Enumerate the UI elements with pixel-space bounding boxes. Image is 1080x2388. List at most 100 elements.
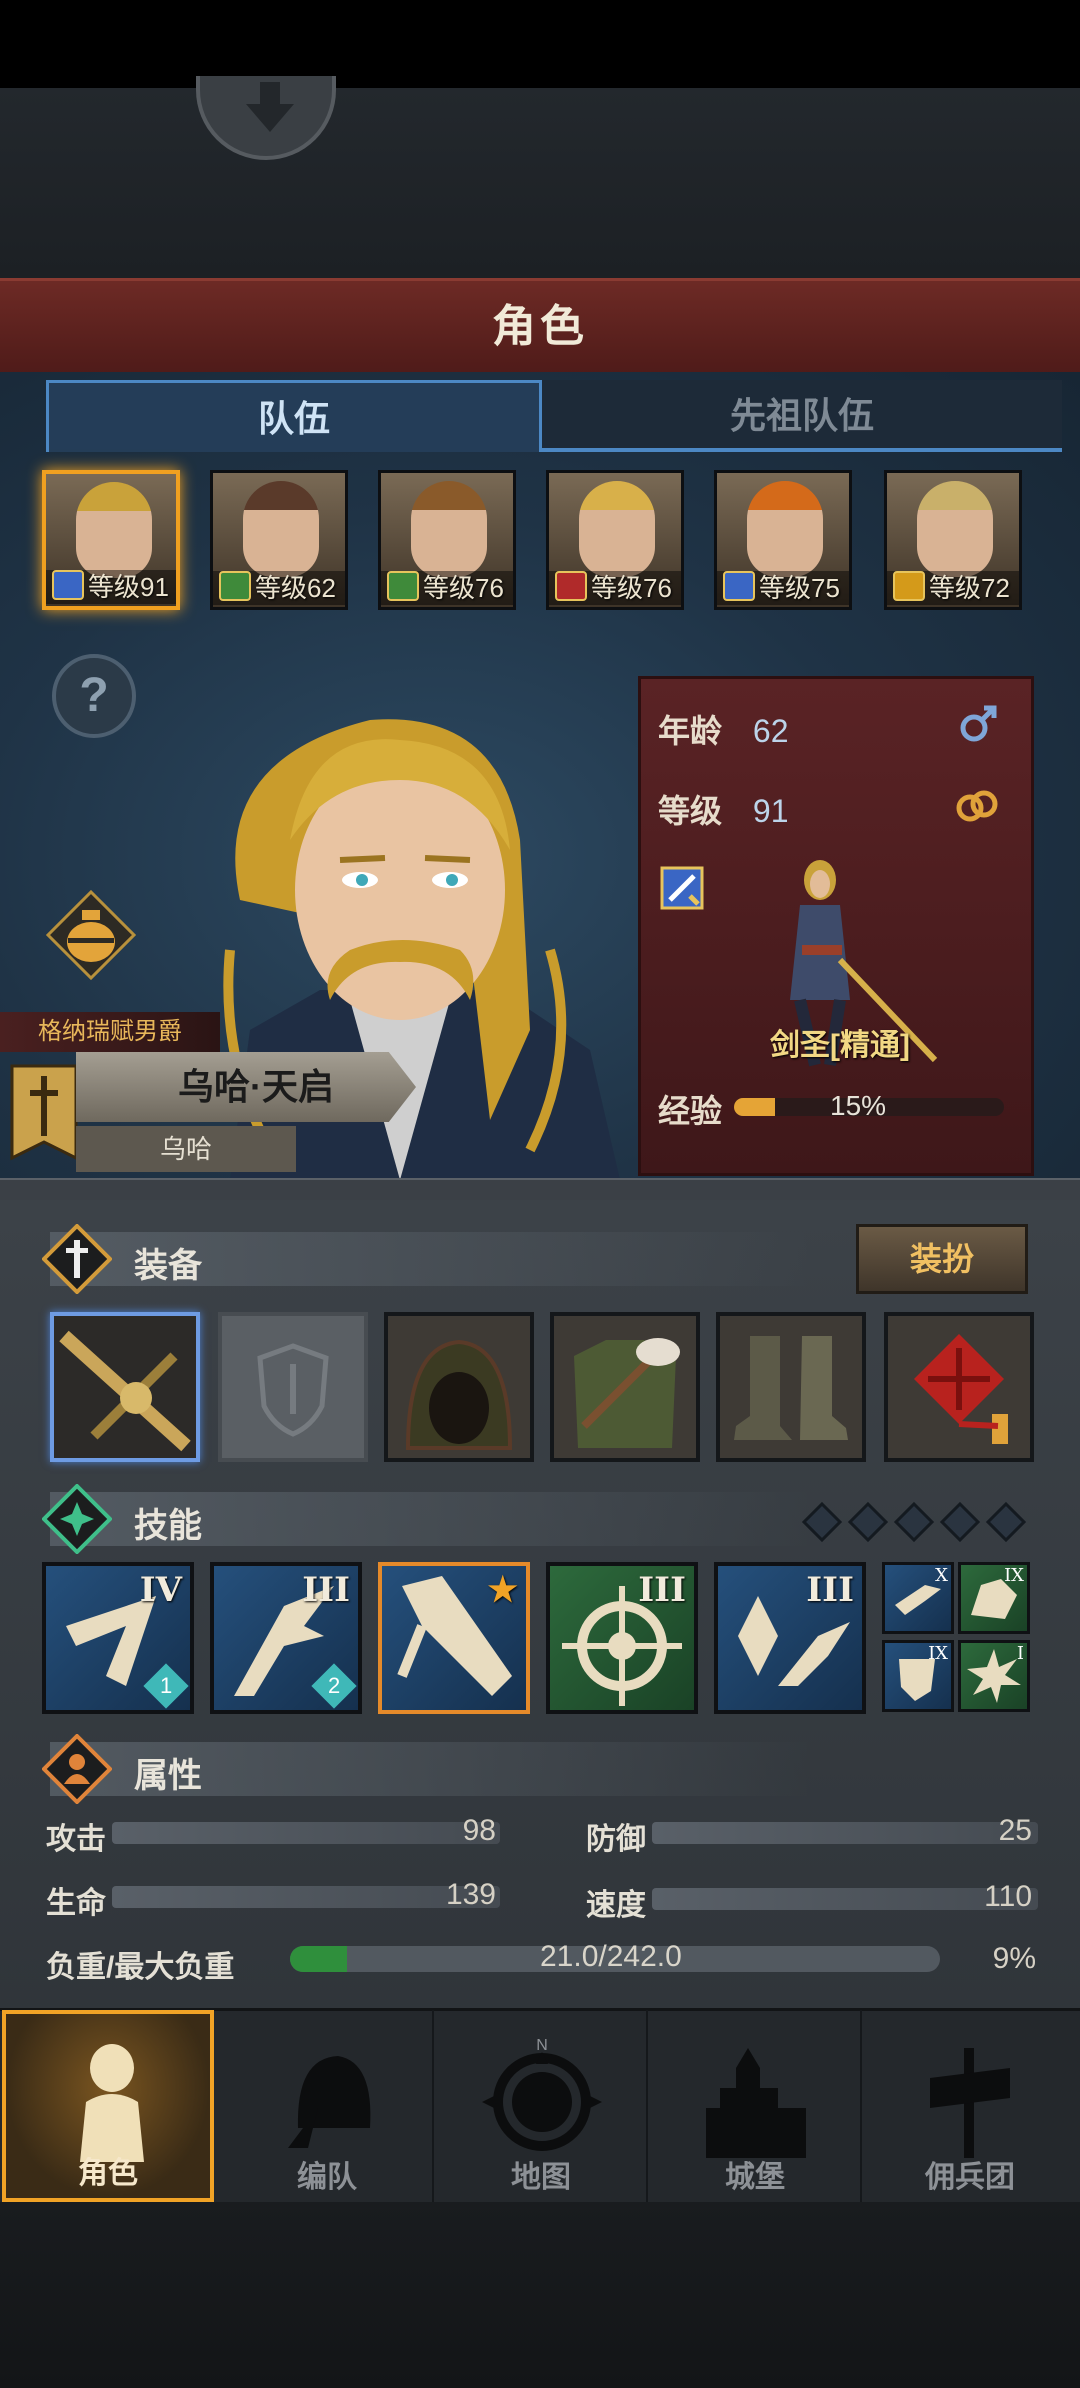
bottom-spacer: [0, 2202, 1080, 2388]
nav-label: 角色: [78, 2157, 138, 2190]
team-member-portrait[interactable]: 等级76: [546, 470, 684, 610]
defense-value: 25: [998, 1814, 1032, 1847]
load-value: 21.0/242.0: [540, 1940, 682, 1973]
rings-icon[interactable]: [954, 786, 1000, 826]
exp-label: 经验: [658, 1093, 723, 1129]
nav-label: 佣兵团: [925, 2161, 1015, 2194]
hero-face: [411, 481, 487, 577]
skill-rank: III: [638, 1570, 686, 1610]
class-icon: [52, 570, 84, 600]
help-icon[interactable]: ?: [52, 654, 136, 738]
team-member-portrait[interactable]: 等级75: [714, 470, 852, 610]
hp-label: 生命: [46, 1887, 106, 1920]
skill-rank: X: [935, 1565, 948, 1586]
hero-short-name: 乌哈: [76, 1126, 296, 1172]
castle-icon: [706, 2048, 806, 2158]
load-bar-fill: [290, 1946, 347, 1972]
nav-castle[interactable]: 城堡: [650, 2010, 862, 2202]
hero-face: [243, 481, 319, 577]
speed-value: 110: [984, 1880, 1032, 1913]
page-title: 角色: [0, 278, 1080, 376]
hero-face: [917, 481, 993, 577]
skill-rank: III: [302, 1570, 350, 1610]
skill-slot-1[interactable]: IV 1: [42, 1562, 194, 1714]
attack-label: 攻击: [46, 1823, 106, 1856]
potion-icon[interactable]: [46, 890, 136, 980]
load-percent: 9%: [992, 1942, 1036, 1975]
equipment-title: 装备: [134, 1247, 202, 1285]
nav-label: 编队: [297, 2161, 357, 2194]
defense-label: 防御: [586, 1823, 646, 1856]
nav-character[interactable]: 角色: [2, 2010, 214, 2202]
passive-skill-4[interactable]: I: [958, 1640, 1030, 1712]
skill-rank-star-icon: ★: [487, 1570, 518, 1610]
top-background: [0, 88, 1080, 278]
class-name: 剑圣[精通]: [770, 1029, 910, 1062]
level-label: 等级: [658, 793, 723, 829]
hero-name[interactable]: 乌哈·天启: [76, 1052, 416, 1122]
skills-icon: [42, 1484, 112, 1554]
hero-face: [76, 482, 152, 578]
exp-bar-fill: [734, 1098, 775, 1116]
team-member-portrait[interactable]: 等级62: [210, 470, 348, 610]
age-label: 年龄: [658, 713, 723, 749]
chinese-knot-icon: [914, 1334, 1008, 1444]
compass-north-label: N: [536, 2038, 548, 2054]
attributes-icon: [42, 1734, 112, 1804]
skill-badge: 1: [159, 1673, 173, 1698]
hero-face: [747, 481, 823, 577]
equip-slot-armor[interactable]: [550, 1312, 700, 1462]
helmet-icon: [288, 2056, 371, 2148]
exp-percent: 15%: [830, 1090, 887, 1121]
attack-value: 98: [462, 1814, 496, 1847]
skill-rank: III: [806, 1570, 854, 1610]
skill-slot-3[interactable]: ★: [378, 1562, 530, 1714]
class-icon: [555, 571, 587, 601]
hood-icon: [405, 1339, 513, 1450]
nav-mercenary[interactable]: 佣兵团: [864, 2010, 1076, 2202]
team-member-portrait[interactable]: 等级72: [884, 470, 1022, 610]
skill-rank: IX: [1004, 1565, 1024, 1586]
dress-up-button[interactable]: 装扮: [856, 1224, 1028, 1294]
banner-icon: [10, 1064, 78, 1161]
skill-slot-5[interactable]: III: [714, 1562, 866, 1714]
boots-icon: [734, 1336, 848, 1440]
class-icon: [387, 571, 419, 601]
nav-map[interactable]: N 地图: [436, 2010, 648, 2202]
skill-badge: 2: [327, 1673, 341, 1698]
tab-team[interactable]: 队伍: [46, 380, 542, 452]
tab-ancestor-team[interactable]: 先祖队伍: [542, 380, 1062, 452]
age-value: 62: [752, 713, 789, 749]
skill-slot-4[interactable]: III: [546, 1562, 698, 1714]
load-label: 负重/最大负重: [46, 1951, 235, 1984]
hero-face: [579, 481, 655, 577]
passive-skill-2[interactable]: IX: [958, 1562, 1030, 1634]
passive-skill-1[interactable]: X: [882, 1562, 954, 1634]
skill-slot-2[interactable]: III 2: [210, 1562, 362, 1714]
sword-icon: [54, 1316, 196, 1458]
arrow-down-icon: [246, 82, 294, 132]
equip-slot-head[interactable]: [384, 1312, 534, 1462]
team-member-portrait[interactable]: 等级76: [378, 470, 516, 610]
equip-slot-accessory[interactable]: [884, 1312, 1034, 1462]
skills-title: 技能: [134, 1507, 202, 1545]
status-bar: [0, 0, 1080, 88]
attributes-title: 属性: [134, 1757, 202, 1795]
passive-skill-3[interactable]: IX: [882, 1640, 954, 1712]
nav-formation[interactable]: 编队: [222, 2010, 434, 2202]
equip-slot-weapon[interactable]: [50, 1312, 200, 1462]
shield-icon: [257, 1343, 329, 1437]
team-member-portrait[interactable]: 等级91: [42, 470, 180, 610]
knight-icon: [80, 2044, 144, 2162]
equipment-icon: [42, 1224, 112, 1294]
hp-value: 139: [445, 1878, 496, 1911]
level-value: 91: [752, 793, 789, 829]
skill-points-indicator: [801, 1501, 1027, 1543]
class-icon: [723, 571, 755, 601]
equip-slot-shield[interactable]: [218, 1312, 368, 1462]
equip-slot-boots[interactable]: [716, 1312, 866, 1462]
nav-label: 地图: [511, 2161, 571, 2194]
skill-rank: I: [1016, 1643, 1024, 1664]
armor-icon: [574, 1338, 680, 1448]
speed-label: 速度: [586, 1889, 646, 1922]
